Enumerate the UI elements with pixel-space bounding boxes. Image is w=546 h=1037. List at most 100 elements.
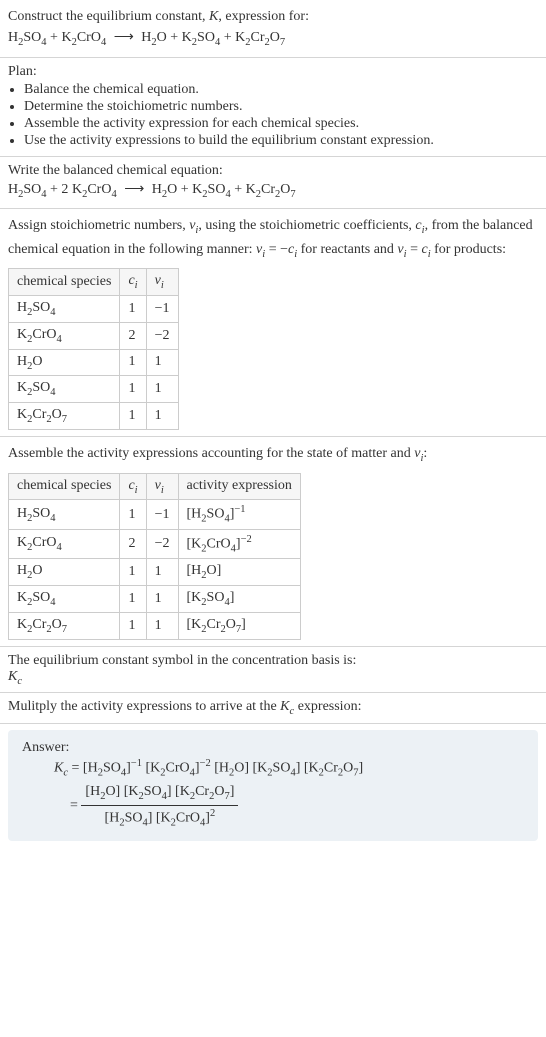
el: Cr [250, 30, 264, 45]
fraction: [H2O] [K2SO4] [K2Cr2O7] [H2SO4] [K2CrO4]… [81, 781, 238, 831]
table-header-row: chemical species ci νi activity expressi… [9, 473, 301, 500]
col-nui: νi [146, 473, 178, 500]
el: O [32, 563, 42, 578]
el: K [17, 535, 27, 550]
el: CrO [176, 811, 200, 826]
plus: + [47, 30, 62, 45]
el: [H [214, 761, 229, 776]
el: O [167, 182, 177, 197]
species: K2Cr2O7 [235, 30, 285, 45]
sub: 4 [111, 188, 116, 199]
el: [K [304, 761, 319, 776]
el: ] [241, 617, 246, 632]
multiply-section: Mulitply the activity expressions to arr… [0, 693, 546, 724]
el: Cr [195, 784, 209, 799]
plan-section: Plan: Balance the chemical equation. Det… [0, 58, 546, 157]
species: H2SO4 [8, 182, 47, 197]
species: K2CrO4 [61, 30, 106, 45]
plus: + [220, 30, 235, 45]
arrow-icon: ⟶ [120, 182, 148, 197]
el: SO [273, 761, 291, 776]
el: [H [83, 761, 98, 776]
el: K [17, 327, 27, 342]
species: H2O [141, 30, 167, 45]
plus: + [167, 30, 182, 45]
el: [H [85, 784, 100, 799]
el: CrO [207, 536, 231, 551]
sub: 7 [62, 414, 67, 425]
el: ] [K [167, 784, 190, 799]
text: for reactants and [297, 242, 397, 257]
k-symbol: K [280, 699, 289, 714]
cell-nui: 1 [146, 586, 178, 613]
cell-nui: 1 [146, 349, 178, 376]
cell-ci: 1 [120, 295, 146, 322]
cell-species: K2SO4 [9, 376, 120, 403]
basis-text: The equilibrium constant symbol in the c… [8, 653, 538, 669]
answer-equation-line1: Kc = [H2SO4]−1 [K2CrO4]−2 [H2O] [K2SO4] … [22, 756, 524, 781]
cell-activity: [K2CrO4]−2 [178, 529, 300, 558]
el: O [214, 784, 224, 799]
el: ] [359, 761, 364, 776]
el: SO [32, 590, 50, 605]
cell-species: K2SO4 [9, 586, 120, 613]
text: = − [265, 242, 288, 257]
el: SO [32, 300, 50, 315]
cell-species: H2O [9, 349, 120, 376]
activity-table: chemical species ci νi activity expressi… [8, 473, 301, 640]
el: Cr [324, 761, 338, 776]
basis-section: The equilibrium constant symbol in the c… [0, 647, 546, 694]
el: [H [187, 507, 202, 522]
el: K [235, 30, 245, 45]
el: ] [230, 784, 235, 799]
el: SO [144, 784, 162, 799]
el: K [246, 182, 256, 197]
el: H [8, 182, 18, 197]
cell-ci: 2 [120, 529, 146, 558]
k-symbol: K [8, 669, 17, 684]
el: CrO [77, 30, 101, 45]
el: SO [23, 182, 41, 197]
sup: −2 [200, 758, 211, 769]
table-row: K2Cr2O7 1 1 [9, 403, 179, 430]
k-symbol: K [209, 9, 218, 24]
el: CrO [87, 182, 111, 197]
el: Cr [32, 407, 46, 422]
el: O [32, 354, 42, 369]
species: K2CrO4 [72, 182, 117, 197]
list-item: Balance the chemical equation. [24, 82, 538, 98]
el: H [8, 30, 18, 45]
el: K [182, 30, 192, 45]
cell-species: H2SO4 [9, 295, 120, 322]
el: SO [125, 811, 143, 826]
stoich-section: Assign stoichiometric numbers, νi, using… [0, 209, 546, 437]
el: SO [23, 30, 41, 45]
el: O] [207, 563, 222, 578]
sub: i [161, 280, 164, 291]
kc-symbol: Kc [8, 669, 538, 687]
sub: i [135, 484, 138, 495]
plus: + [231, 182, 246, 197]
sub: 4 [50, 387, 55, 398]
text: , using the stoichiometric coefficients, [198, 218, 415, 233]
sub: 4 [50, 307, 55, 318]
species: H2O [152, 182, 178, 197]
el: SO [103, 761, 121, 776]
cell-nui: −2 [146, 322, 178, 349]
stoich-table: chemical species ci νi H2SO4 1 −1 K2CrO4… [8, 268, 179, 430]
text: for products: [431, 242, 506, 257]
el: H [17, 300, 27, 315]
el: [K [145, 761, 160, 776]
cell-species: K2Cr2O7 [9, 612, 120, 639]
stoich-text: Assign stoichiometric numbers, νi, using… [8, 215, 538, 262]
el: Cr [32, 617, 46, 632]
cell-activity: [K2Cr2O7] [178, 612, 300, 639]
el: [H [105, 811, 120, 826]
text: expression: [294, 699, 361, 714]
el: [K [187, 590, 202, 605]
el: [K [187, 617, 202, 632]
el: CrO [32, 327, 56, 342]
col-ci: ci [120, 473, 146, 500]
table-header-row: chemical species ci νi [9, 269, 179, 296]
col-activity: activity expression [178, 473, 300, 500]
